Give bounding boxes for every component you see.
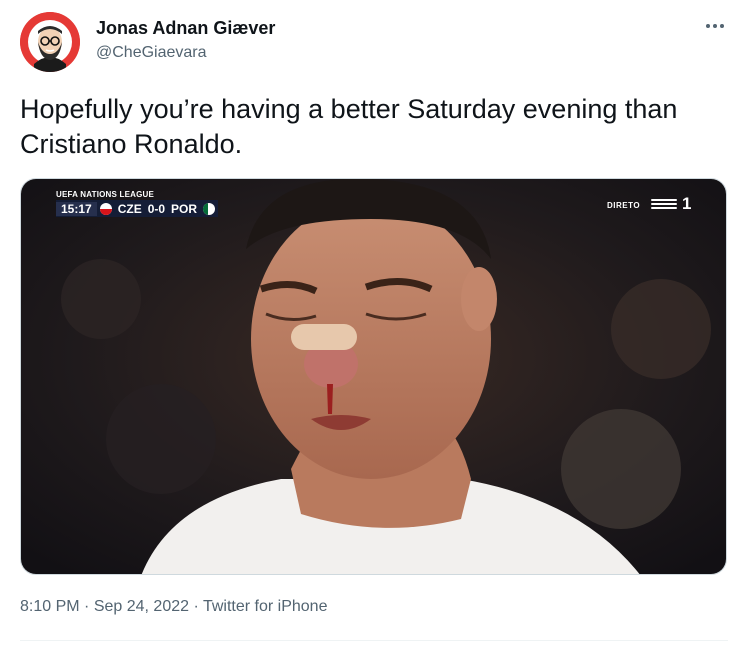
overlay-live-label: DIRETO bbox=[607, 201, 641, 210]
tweet-meta: 8:10 PM · Sep 24, 2022 · Twitter for iPh… bbox=[20, 598, 327, 616]
overlay-scoreboard: 15:17 CZE 0-0 POR bbox=[56, 200, 219, 217]
overlay-league-label: UEFA NATIONS LEAGUE bbox=[56, 190, 155, 199]
channel-logo-icon bbox=[651, 199, 677, 213]
overlay-match-time: 15:17 bbox=[56, 201, 97, 216]
czech-flag-icon bbox=[99, 202, 112, 215]
divider bbox=[20, 640, 728, 641]
more-horizontal-icon bbox=[706, 24, 724, 28]
more-options-button[interactable] bbox=[700, 16, 730, 36]
meta-separator: · bbox=[193, 598, 199, 615]
overlay-home-team: CZE bbox=[117, 201, 142, 216]
portugal-flag-icon bbox=[203, 202, 216, 215]
tweet-photo[interactable] bbox=[20, 178, 727, 575]
author-handle[interactable]: @CheGiaevara bbox=[96, 44, 207, 62]
tweet-date-link[interactable]: Sep 24, 2022 bbox=[94, 598, 189, 615]
avatar-cartoon-icon bbox=[20, 12, 80, 72]
avatar[interactable] bbox=[20, 12, 80, 72]
tweet-text: Hopefully you’re having a better Saturda… bbox=[20, 94, 678, 159]
tweet-source-link[interactable]: Twitter for iPhone bbox=[203, 598, 328, 615]
author-name[interactable]: Jonas Adnan Giæver bbox=[96, 18, 275, 39]
meta-separator: · bbox=[84, 598, 90, 615]
overlay-score: 0-0 bbox=[147, 201, 166, 216]
overlay-away-team: POR bbox=[171, 201, 198, 216]
overlay-channel-number: 1 bbox=[682, 194, 692, 213]
tweet-time-link[interactable]: 8:10 PM bbox=[20, 598, 80, 615]
photo-player-closeup bbox=[21, 179, 726, 574]
